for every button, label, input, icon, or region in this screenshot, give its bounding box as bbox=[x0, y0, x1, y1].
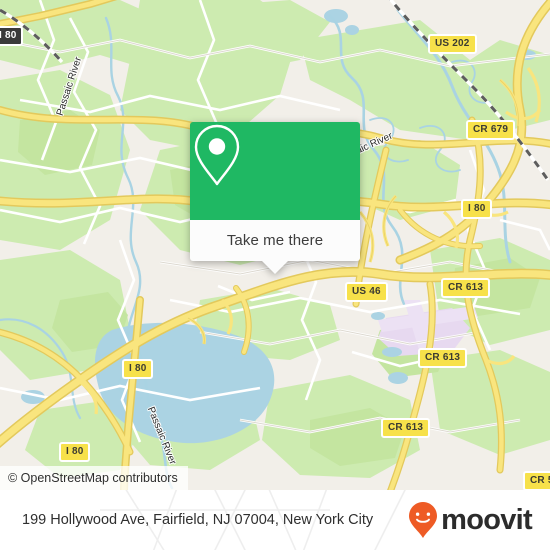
road-shield[interactable]: CR 613 bbox=[418, 348, 468, 368]
moovit-pin-smiley-icon bbox=[409, 502, 438, 538]
moovit-wordmark: moovit bbox=[441, 503, 533, 536]
destination-popup[interactable]: Take me there bbox=[190, 122, 360, 274]
take-me-there-label: Take me there bbox=[226, 232, 324, 249]
map-pin-icon bbox=[194, 124, 240, 186]
map-screenshot-root: Passaic River saic River Passaic River I… bbox=[0, 0, 550, 550]
popup-tail-arrow bbox=[261, 260, 289, 274]
popup-footer[interactable]: Take me there bbox=[190, 220, 360, 274]
attribution-text: © OpenStreetMap contributors bbox=[8, 471, 178, 485]
road-shield[interactable]: US 46 bbox=[345, 282, 388, 302]
road-shield[interactable]: CR 613 bbox=[381, 418, 431, 438]
road-shield[interactable]: I 80 bbox=[59, 442, 91, 462]
road-shield[interactable]: I 80 bbox=[0, 26, 24, 46]
road-shield[interactable]: I 80 bbox=[122, 359, 154, 379]
popup-header bbox=[190, 122, 360, 220]
moovit-logo[interactable]: moovit bbox=[408, 501, 533, 539]
map-canvas[interactable]: Passaic River saic River Passaic River I… bbox=[0, 0, 550, 490]
osm-attribution[interactable]: © OpenStreetMap contributors bbox=[0, 466, 188, 490]
road-shield[interactable]: US 202 bbox=[428, 34, 477, 54]
road-shield[interactable]: CR 613 bbox=[441, 278, 491, 298]
road-shield[interactable]: CR 5 bbox=[523, 471, 550, 490]
address-label: 199 Hollywood Ave, Fairfield, NJ 07004, … bbox=[22, 511, 374, 528]
road-shield[interactable]: I 80 bbox=[461, 199, 493, 219]
footer-bar: 199 Hollywood Ave, Fairfield, NJ 07004, … bbox=[0, 490, 550, 550]
road-shield[interactable]: CR 679 bbox=[466, 120, 516, 140]
